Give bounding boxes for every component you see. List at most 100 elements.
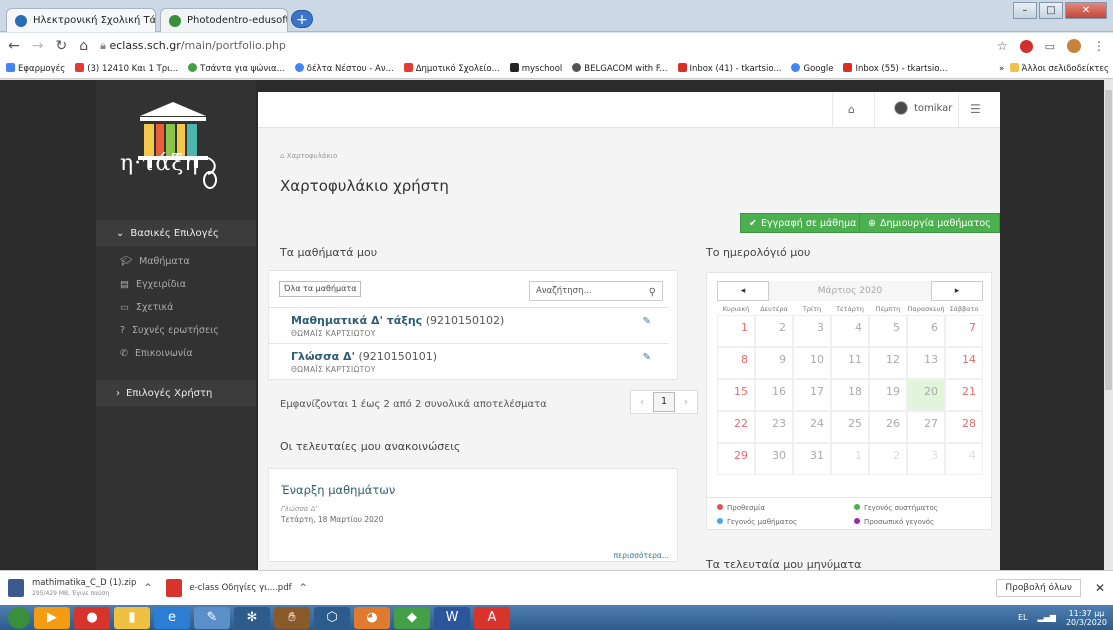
close-download-bar-icon[interactable]: ✕ bbox=[1095, 581, 1113, 595]
breadcrumb[interactable]: ⌂ Χαρτοφυλάκιο bbox=[280, 152, 337, 160]
app-icon[interactable]: ◆ bbox=[394, 606, 430, 629]
download-item[interactable]: mathimatika_C_D (1).zip 295/429 MB, Έγινε… bbox=[8, 578, 152, 598]
new-tab-button[interactable]: + bbox=[291, 10, 313, 28]
wrench-icon[interactable]: ✎ bbox=[643, 352, 651, 363]
cat-icon[interactable]: ◕ bbox=[354, 606, 390, 629]
calendar-day[interactable]: 22 bbox=[717, 411, 755, 443]
calendar-day[interactable]: 8 bbox=[717, 347, 755, 379]
menu-user-options[interactable]: › Επιλογές Χρήστη bbox=[96, 380, 256, 406]
calendar-day[interactable]: 13 bbox=[907, 347, 945, 379]
next-month-button[interactable]: ▸ bbox=[931, 281, 983, 301]
calendar-day[interactable]: 1 bbox=[831, 443, 869, 475]
menu-main-options[interactable]: ⌄ Βασικές Επιλογές bbox=[96, 220, 256, 246]
bookmark-item[interactable]: Τσάντα για ψώνια... bbox=[188, 63, 285, 74]
bookmark-item[interactable]: (3) 12410 Και 1 Τρι... bbox=[75, 63, 178, 74]
start-button[interactable] bbox=[8, 606, 30, 629]
course-row[interactable]: Γλώσσα Δ' (9210150101) ΘΩΜΑΪΣ ΚΑΡΤΣΙΩΤΟΥ… bbox=[269, 343, 669, 381]
hand-icon[interactable]: ✋︎ bbox=[274, 606, 310, 629]
sidebar-item-contact[interactable]: ✆ Επικοινωνία bbox=[96, 342, 256, 364]
register-course-button[interactable]: ✔ Εγγραφή σε μάθημα bbox=[740, 213, 866, 233]
chevron-up-icon[interactable]: ^ bbox=[144, 583, 151, 593]
calendar-day[interactable]: 29 bbox=[717, 443, 755, 475]
page-number-button[interactable]: 1 bbox=[653, 392, 675, 412]
browser-tab[interactable]: Photodentro-edusoft: Μαθηματι ✕ bbox=[160, 8, 288, 32]
calendar-day[interactable]: 25 bbox=[831, 411, 869, 443]
calendar-day[interactable]: 4 bbox=[945, 443, 983, 475]
menu-icon[interactable]: ⋮ bbox=[1093, 39, 1105, 53]
other-bookmarks[interactable]: » Άλλοι σελιδοδείκτες bbox=[999, 63, 1113, 74]
calendar-day[interactable]: 20 bbox=[907, 379, 945, 411]
course-row[interactable]: Μαθηματικά Δ' τάξης (9210150102) ΘΩΜΑΪΣ … bbox=[269, 307, 669, 345]
calendar-day[interactable]: 9 bbox=[755, 347, 793, 379]
calendar-day[interactable]: 7 bbox=[945, 315, 983, 347]
bookmark-item[interactable]: Inbox (55) - tkartsio... bbox=[843, 63, 947, 74]
reload-icon[interactable]: ↻ bbox=[55, 38, 67, 54]
wrench-icon[interactable]: ✎ bbox=[643, 316, 651, 327]
calendar-day[interactable]: 15 bbox=[717, 379, 755, 411]
calendar-day[interactable]: 16 bbox=[755, 379, 793, 411]
calendar-day[interactable]: 3 bbox=[793, 315, 831, 347]
calendar-day[interactable]: 4 bbox=[831, 315, 869, 347]
geometry-icon[interactable]: ⬡ bbox=[314, 606, 350, 629]
show-all-downloads-button[interactable]: Προβολή όλων bbox=[996, 579, 1081, 597]
calendar-day[interactable]: 19 bbox=[869, 379, 907, 411]
chrome-icon[interactable]: ● bbox=[74, 606, 110, 629]
home-icon[interactable]: ⌂ bbox=[79, 38, 88, 54]
calendar-day[interactable]: 6 bbox=[907, 315, 945, 347]
chevron-up-icon[interactable]: ^ bbox=[300, 583, 307, 593]
language-indicator[interactable]: EL bbox=[1018, 613, 1028, 622]
media-player-icon[interactable]: ▶ bbox=[34, 606, 70, 629]
calendar-day[interactable]: 17 bbox=[793, 379, 831, 411]
bookmark-item[interactable]: BELGACOM with F... bbox=[572, 63, 668, 74]
calendar-day[interactable]: 18 bbox=[831, 379, 869, 411]
forward-icon[interactable]: → bbox=[32, 38, 44, 54]
page-scrollbar[interactable] bbox=[1104, 80, 1113, 570]
calendar-day[interactable]: 5 bbox=[869, 315, 907, 347]
home-icon[interactable]: ⌂ bbox=[848, 103, 855, 116]
calendar-day[interactable]: 1 bbox=[717, 315, 755, 347]
word-icon[interactable]: W bbox=[434, 606, 470, 629]
calendar-day[interactable]: 21 bbox=[945, 379, 983, 411]
bookmark-item[interactable]: myschool bbox=[509, 63, 562, 74]
acrobat-icon[interactable]: A bbox=[474, 606, 510, 629]
calendar-day[interactable]: 14 bbox=[945, 347, 983, 379]
ie-icon[interactable]: e bbox=[154, 606, 190, 629]
calendar-day[interactable]: 2 bbox=[869, 443, 907, 475]
more-link[interactable]: περισσότερα... bbox=[614, 551, 669, 560]
profile-avatar[interactable] bbox=[1067, 39, 1081, 53]
adblock-icon[interactable] bbox=[1019, 39, 1033, 53]
calendar-day[interactable]: 24 bbox=[793, 411, 831, 443]
calendar-day[interactable]: 30 bbox=[755, 443, 793, 475]
settings-menu-icon[interactable]: ☰ bbox=[970, 102, 981, 116]
scratch-icon[interactable]: ✻ bbox=[234, 606, 270, 629]
clock[interactable]: 11:37 μμ 20/3/2020 bbox=[1066, 609, 1107, 627]
calendar-day[interactable]: 28 bbox=[945, 411, 983, 443]
network-icon[interactable]: ▂▄▆ bbox=[1038, 613, 1056, 622]
maximize-button[interactable]: □ bbox=[1039, 2, 1063, 19]
sidebar-item-about[interactable]: ▭ Σχετικά bbox=[96, 296, 256, 318]
close-window-button[interactable]: ✕ bbox=[1065, 2, 1107, 19]
browser-tab-active[interactable]: Ηλεκτρονική Σχολική Τάξη (η-Τά ✕ bbox=[6, 8, 156, 32]
calendar-day[interactable]: 27 bbox=[907, 411, 945, 443]
star-icon[interactable]: ☆ bbox=[997, 39, 1008, 53]
calendar-day[interactable]: 11 bbox=[831, 347, 869, 379]
course-search-input[interactable]: Αναζήτηση... ⚲ bbox=[529, 281, 663, 301]
bookmark-item[interactable]: Inbox (41) - tkartsio... bbox=[677, 63, 781, 74]
next-page-button[interactable]: › bbox=[675, 397, 697, 408]
sidebar-item-courses[interactable]: 🎓︎ Μαθήματα bbox=[96, 250, 256, 272]
calendar-day[interactable]: 10 bbox=[793, 347, 831, 379]
calendar-day[interactable]: 2 bbox=[755, 315, 793, 347]
course-filter-select[interactable]: Όλα τα μαθήματα bbox=[279, 281, 362, 297]
prev-month-button[interactable]: ◂ bbox=[717, 281, 769, 301]
bookmark-item[interactable]: Δημοτικό Σχολείο... bbox=[403, 63, 500, 74]
calendar-day[interactable]: 12 bbox=[869, 347, 907, 379]
notes-icon[interactable]: ✎ bbox=[194, 606, 230, 629]
bookmark-item[interactable]: Google bbox=[791, 63, 833, 74]
bookmark-item[interactable]: Εφαρμογές bbox=[6, 63, 65, 74]
eclass-logo[interactable] bbox=[118, 98, 228, 198]
back-icon[interactable]: ← bbox=[8, 38, 20, 54]
url-field[interactable]: 🔒︎ eclass.sch.gr/main/portfolio.php bbox=[100, 39, 286, 53]
bookmark-item[interactable]: δέλτα Νέστου - Αν... bbox=[294, 63, 394, 74]
prev-page-button[interactable]: ‹ bbox=[631, 397, 653, 408]
sidebar-item-faq[interactable]: ? Συχνές ερωτήσεις bbox=[96, 319, 256, 341]
